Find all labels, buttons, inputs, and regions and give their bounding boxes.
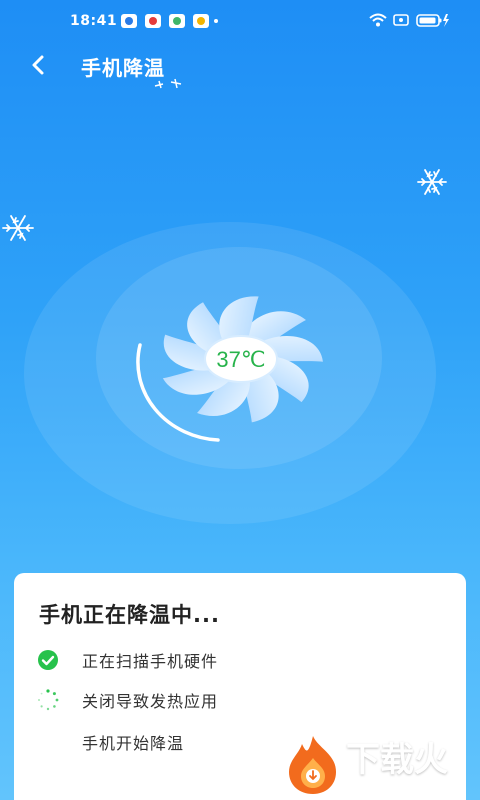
card-title: 手机正在降温中... <box>39 603 220 627</box>
app-icon-green <box>169 14 185 28</box>
watermark: 下载火 xiazaihuo.com <box>280 728 480 800</box>
page-title: 手机降温 <box>81 56 165 80</box>
temperature-readout: 37℃ <box>216 347 265 372</box>
snowflake-icon <box>2 215 34 241</box>
step-label: 正在扫描手机硬件 <box>82 652 219 671</box>
app-header: 手机降温 <box>0 44 480 88</box>
step-label: 手机开始降温 <box>82 734 185 753</box>
step-item: 正在扫描手机硬件 <box>14 643 434 673</box>
watermark-brand: 下载火 <box>346 740 448 780</box>
more-notifications-dot <box>214 19 218 23</box>
screen-record-icon <box>393 14 409 26</box>
loading-spinner-icon <box>38 689 59 711</box>
wifi-icon <box>369 13 387 27</box>
chevron-left-icon[interactable] <box>26 52 52 78</box>
status-bar: 18:41 <box>0 0 480 44</box>
battery-charging-icon <box>416 14 449 27</box>
app-icon-red <box>145 14 161 28</box>
snowflake-icon <box>417 169 447 195</box>
phone-screen: 18:41 手机降温 37℃ 手机正在降温中... 正在扫描手机硬件 关闭导致发… <box>0 0 480 800</box>
cooling-fan: 37℃ <box>136 296 323 442</box>
snowflake-icon <box>154 78 182 89</box>
status-time: 18:41 <box>70 13 118 29</box>
check-circle-icon <box>38 650 58 670</box>
app-icon-yellow <box>193 14 209 28</box>
step-label: 关闭导致发热应用 <box>82 692 219 711</box>
app-icon-blue <box>121 14 137 28</box>
step-item: 关闭导致发热应用 <box>14 683 434 713</box>
flame-logo-icon <box>289 736 336 794</box>
watermark-url: xiazaihuo.com <box>346 776 454 792</box>
